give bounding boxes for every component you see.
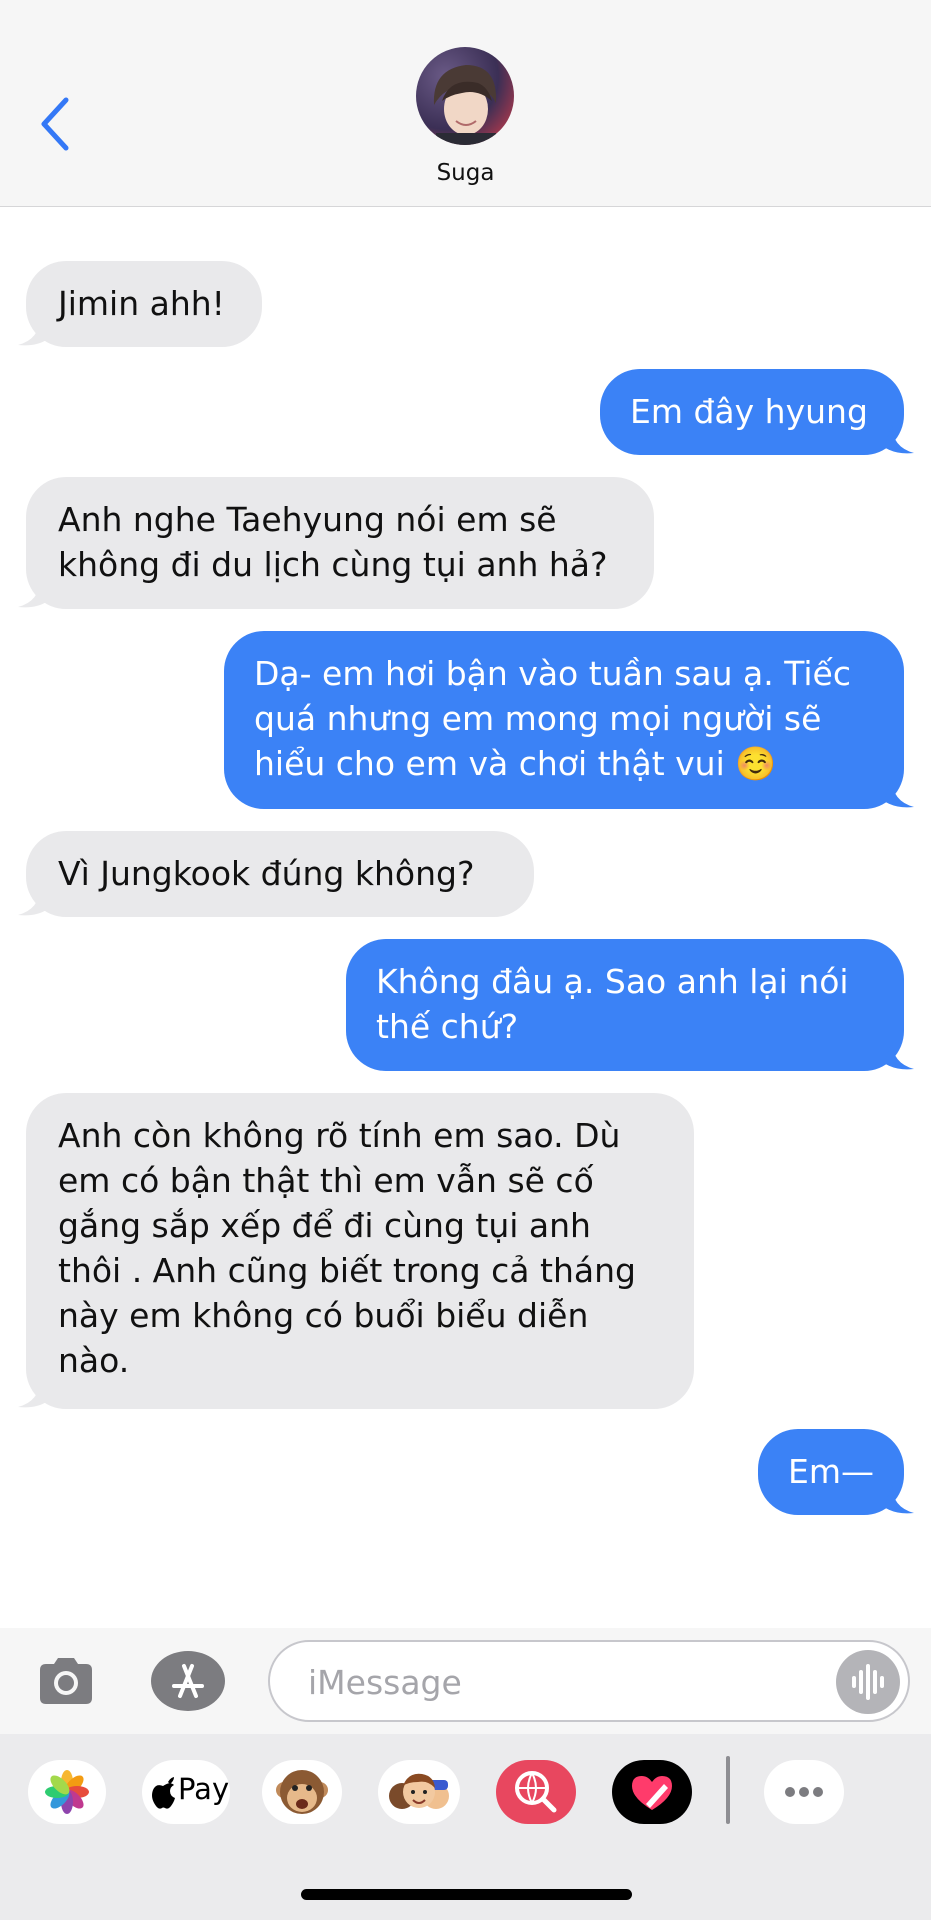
globe-search-icon [515, 1771, 557, 1813]
outgoing-message[interactable]: Không đâu ạ. Sao anh lại nói thế chứ? [346, 939, 904, 1071]
heart-touch-icon [632, 1776, 672, 1810]
compose-bar [0, 1628, 931, 1734]
images-search-app-button[interactable] [496, 1760, 576, 1824]
bubble-tail [18, 579, 48, 608]
conversation-header: Suga [0, 0, 931, 207]
more-apps-button[interactable] [764, 1760, 844, 1824]
home-indicator[interactable] [301, 1889, 632, 1900]
bubble-tail [18, 887, 48, 916]
monkey-icon [276, 1770, 328, 1814]
apple-logo-icon [152, 1777, 175, 1809]
message-input-field[interactable] [268, 1640, 910, 1722]
incoming-message[interactable]: Vì Jungkook đúng không? [26, 831, 534, 917]
waveform-icon [852, 1664, 884, 1700]
outgoing-message[interactable]: Dạ- em hơi bận vào tuần sau ạ. Tiếc quá … [224, 631, 904, 809]
bubble-tail [18, 1379, 48, 1408]
digital-touch-app-button[interactable] [612, 1760, 692, 1824]
app-store-icon [151, 1651, 225, 1711]
incoming-message[interactable]: Anh còn không rõ tính em sao. Dù em có b… [26, 1093, 694, 1409]
chevron-left-icon [41, 97, 69, 151]
bubble-tail [884, 425, 914, 454]
ellipsis-icon [785, 1787, 823, 1797]
memoji-icon [389, 1773, 449, 1809]
incoming-message[interactable]: Jimin ahh! [26, 261, 262, 347]
drawer-divider [726, 1756, 730, 1824]
camera-icon [40, 1658, 92, 1704]
contact-name[interactable]: Suga [0, 160, 931, 186]
imessage-app-drawer: Pay [0, 1734, 931, 1920]
outgoing-message[interactable]: Em đây hyung [600, 369, 904, 455]
app-store-button[interactable] [150, 1650, 226, 1712]
bubble-tail [884, 779, 914, 808]
apple-pay-button[interactable]: Pay [142, 1760, 230, 1824]
contact-avatar[interactable] [416, 47, 514, 145]
back-button[interactable] [36, 94, 76, 154]
bubble-tail [884, 1485, 914, 1514]
photos-icon [45, 1770, 89, 1814]
bubble-tail [884, 1041, 914, 1070]
incoming-message[interactable]: Anh nghe Taehyung nói em sẽ không đi du … [26, 477, 654, 609]
camera-button[interactable] [36, 1652, 96, 1712]
avatar-photo [416, 47, 514, 145]
photos-app-button[interactable] [28, 1760, 106, 1824]
audio-record-button[interactable] [836, 1650, 900, 1714]
outgoing-message[interactable]: Em— [758, 1429, 904, 1515]
message-input[interactable] [306, 1656, 790, 1708]
animoji-app-button[interactable] [262, 1760, 342, 1824]
apple-pay-label: Pay [178, 1772, 230, 1806]
memoji-app-button[interactable] [378, 1760, 460, 1824]
bubble-tail [18, 317, 48, 346]
